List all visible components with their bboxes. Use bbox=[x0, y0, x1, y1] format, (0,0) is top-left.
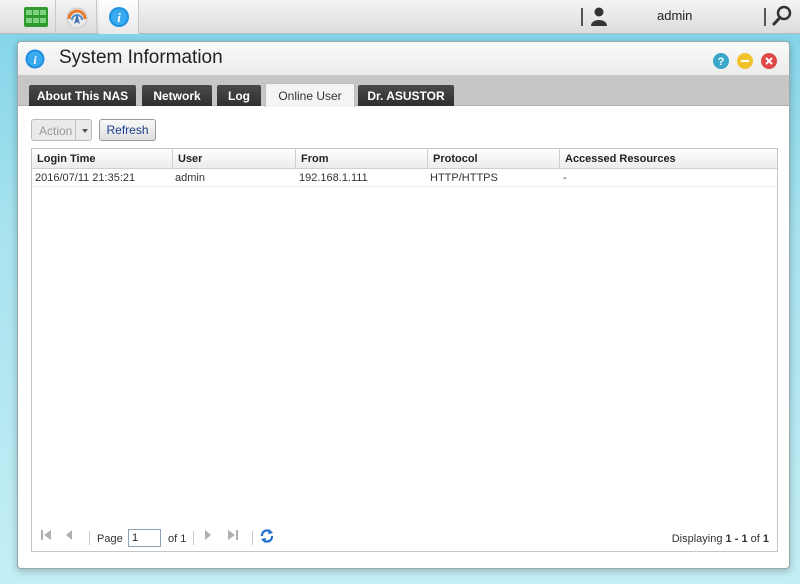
taskbar: i admin bbox=[0, 0, 800, 34]
column-header-protocol[interactable]: Protocol bbox=[428, 149, 560, 169]
toolbar: Action Refresh bbox=[18, 107, 789, 145]
info-icon: i bbox=[108, 7, 129, 27]
help-button[interactable]: ? bbox=[713, 53, 729, 69]
last-page-icon[interactable] bbox=[227, 529, 239, 541]
display-summary: Displaying 1 - 1 of 1 bbox=[672, 533, 769, 545]
taskbar-separator bbox=[764, 8, 766, 26]
display-range: 1 - 1 bbox=[725, 533, 748, 545]
column-header-user[interactable]: User bbox=[173, 149, 296, 169]
window-title: System Information bbox=[59, 47, 223, 68]
next-page-icon[interactable] bbox=[202, 529, 214, 541]
grid-header: Login Time User From Protocol Accessed R… bbox=[32, 149, 777, 169]
action-divider bbox=[75, 120, 76, 140]
online-user-grid: Login Time User From Protocol Accessed R… bbox=[31, 148, 778, 552]
grid-icon bbox=[23, 7, 48, 27]
tab-log[interactable]: Log bbox=[217, 85, 261, 106]
window-titlebar[interactable]: i System Information ? bbox=[18, 42, 789, 75]
taskbar-username[interactable]: admin bbox=[657, 8, 692, 23]
pager-separator bbox=[193, 531, 194, 545]
cell-user: admin bbox=[175, 172, 205, 184]
display-prefix: Displaying bbox=[671, 533, 723, 545]
cell-login-time: 2016/07/11 21:35:21 bbox=[35, 172, 136, 184]
taskbar-separator bbox=[581, 8, 583, 26]
page-of-label: of 1 bbox=[168, 533, 187, 545]
svg-text:?: ? bbox=[718, 56, 725, 68]
cell-from: 192.168.1.111 bbox=[299, 172, 368, 184]
pagination-bar: Page of 1 Displaying 1 - 1 of bbox=[32, 523, 777, 551]
tab-bar: About This NAS Network Log Online User D… bbox=[18, 75, 789, 107]
pager-separator bbox=[89, 531, 90, 545]
first-page-icon[interactable] bbox=[40, 529, 52, 541]
chevron-down-icon bbox=[82, 129, 88, 133]
info-icon: i bbox=[25, 49, 45, 69]
minimize-icon bbox=[737, 53, 753, 69]
system-information-window: i System Information ? About This NAS Ne… bbox=[17, 41, 790, 569]
page-label: Page bbox=[97, 533, 123, 545]
previous-page-icon[interactable] bbox=[63, 529, 75, 541]
cell-protocol: HTTP/HTTPS bbox=[430, 172, 498, 184]
action-dropdown-button[interactable]: Action bbox=[31, 119, 92, 141]
user-icon bbox=[591, 7, 607, 26]
refresh-icon[interactable] bbox=[260, 528, 274, 544]
tab-network[interactable]: Network bbox=[142, 85, 212, 106]
help-icon: ? bbox=[713, 53, 729, 69]
search-icon[interactable] bbox=[771, 5, 793, 27]
refresh-button[interactable]: Refresh bbox=[99, 119, 156, 141]
column-header-login-time[interactable]: Login Time bbox=[32, 149, 173, 169]
close-icon bbox=[761, 53, 777, 69]
taskbar-app-system-information[interactable]: i bbox=[99, 0, 139, 34]
app-central-icon bbox=[66, 7, 87, 29]
tab-about-this-nas[interactable]: About This NAS bbox=[29, 85, 136, 106]
tab-online-user[interactable]: Online User bbox=[265, 83, 355, 107]
tab-dr-asustor[interactable]: Dr. ASUSTOR bbox=[358, 85, 454, 106]
minimize-button[interactable] bbox=[737, 53, 753, 69]
taskbar-app-app-central[interactable] bbox=[57, 0, 97, 34]
pager-separator bbox=[252, 531, 253, 545]
display-total: 1 bbox=[762, 533, 769, 545]
close-button[interactable] bbox=[761, 53, 777, 69]
column-header-accessed-resources[interactable]: Accessed Resources bbox=[560, 149, 777, 169]
cell-accessed-resources: - bbox=[563, 172, 567, 184]
svg-text:i: i bbox=[117, 10, 121, 25]
action-label: Action bbox=[39, 124, 73, 138]
page-number-input[interactable] bbox=[128, 529, 161, 547]
taskbar-app-storage-manager[interactable] bbox=[16, 0, 56, 34]
column-header-from[interactable]: From bbox=[296, 149, 428, 169]
display-of: of bbox=[750, 533, 760, 545]
table-row[interactable]: 2016/07/11 21:35:21 admin 192.168.1.111 … bbox=[32, 169, 777, 187]
